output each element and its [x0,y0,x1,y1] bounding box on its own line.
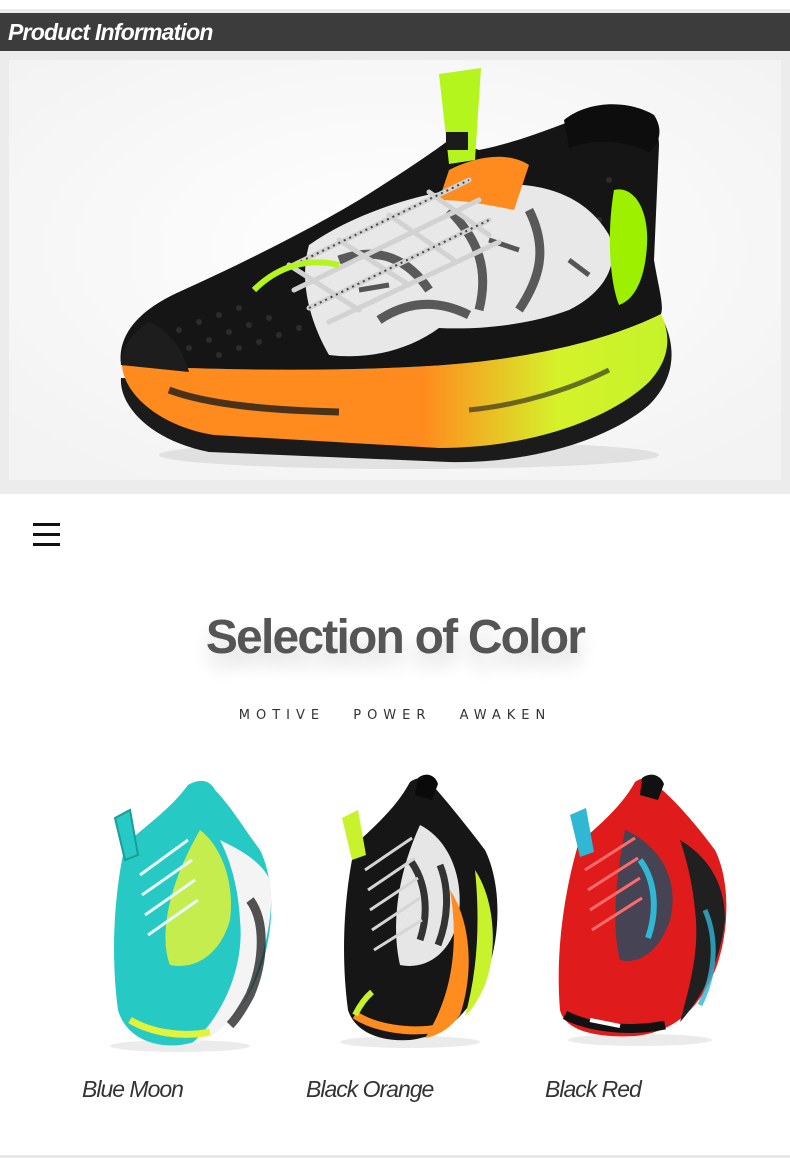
hero-shoe-illustration [9,60,781,480]
color-section-subtitle: MOTIVE POWER AWAKEN [0,707,790,725]
subtitle-word: MOTIVE [238,708,326,723]
color-option-black-red[interactable]: Black Red [530,770,760,1120]
product-info-band: Product Information [0,0,790,494]
menu-line [33,533,60,536]
hero-product-image [9,60,781,480]
hamburger-menu-icon[interactable] [30,520,64,550]
section-header-title: Product Information [8,19,213,45]
color-option-black-orange[interactable]: Black Orange [300,770,530,1120]
subtitle-word: AWAKEN [459,708,552,723]
subtitle-word: POWER [353,708,432,723]
color-option-label: Black Orange [306,1076,434,1102]
black-red-shoe-image [558,774,727,1046]
color-section-title: Selection of Color [205,611,586,664]
color-option-blue-moon[interactable]: Blue Moon [70,770,300,1120]
menu-line [33,523,60,526]
blue-moon-shoe-image [110,780,272,1052]
color-option-label: Black Red [545,1076,642,1102]
black-orange-shoe-image [340,774,498,1048]
color-option-label: Blue Moon [82,1076,184,1102]
section-header-bar: Product Information [0,13,790,51]
top-divider [0,0,790,9]
menu-line [33,543,60,546]
